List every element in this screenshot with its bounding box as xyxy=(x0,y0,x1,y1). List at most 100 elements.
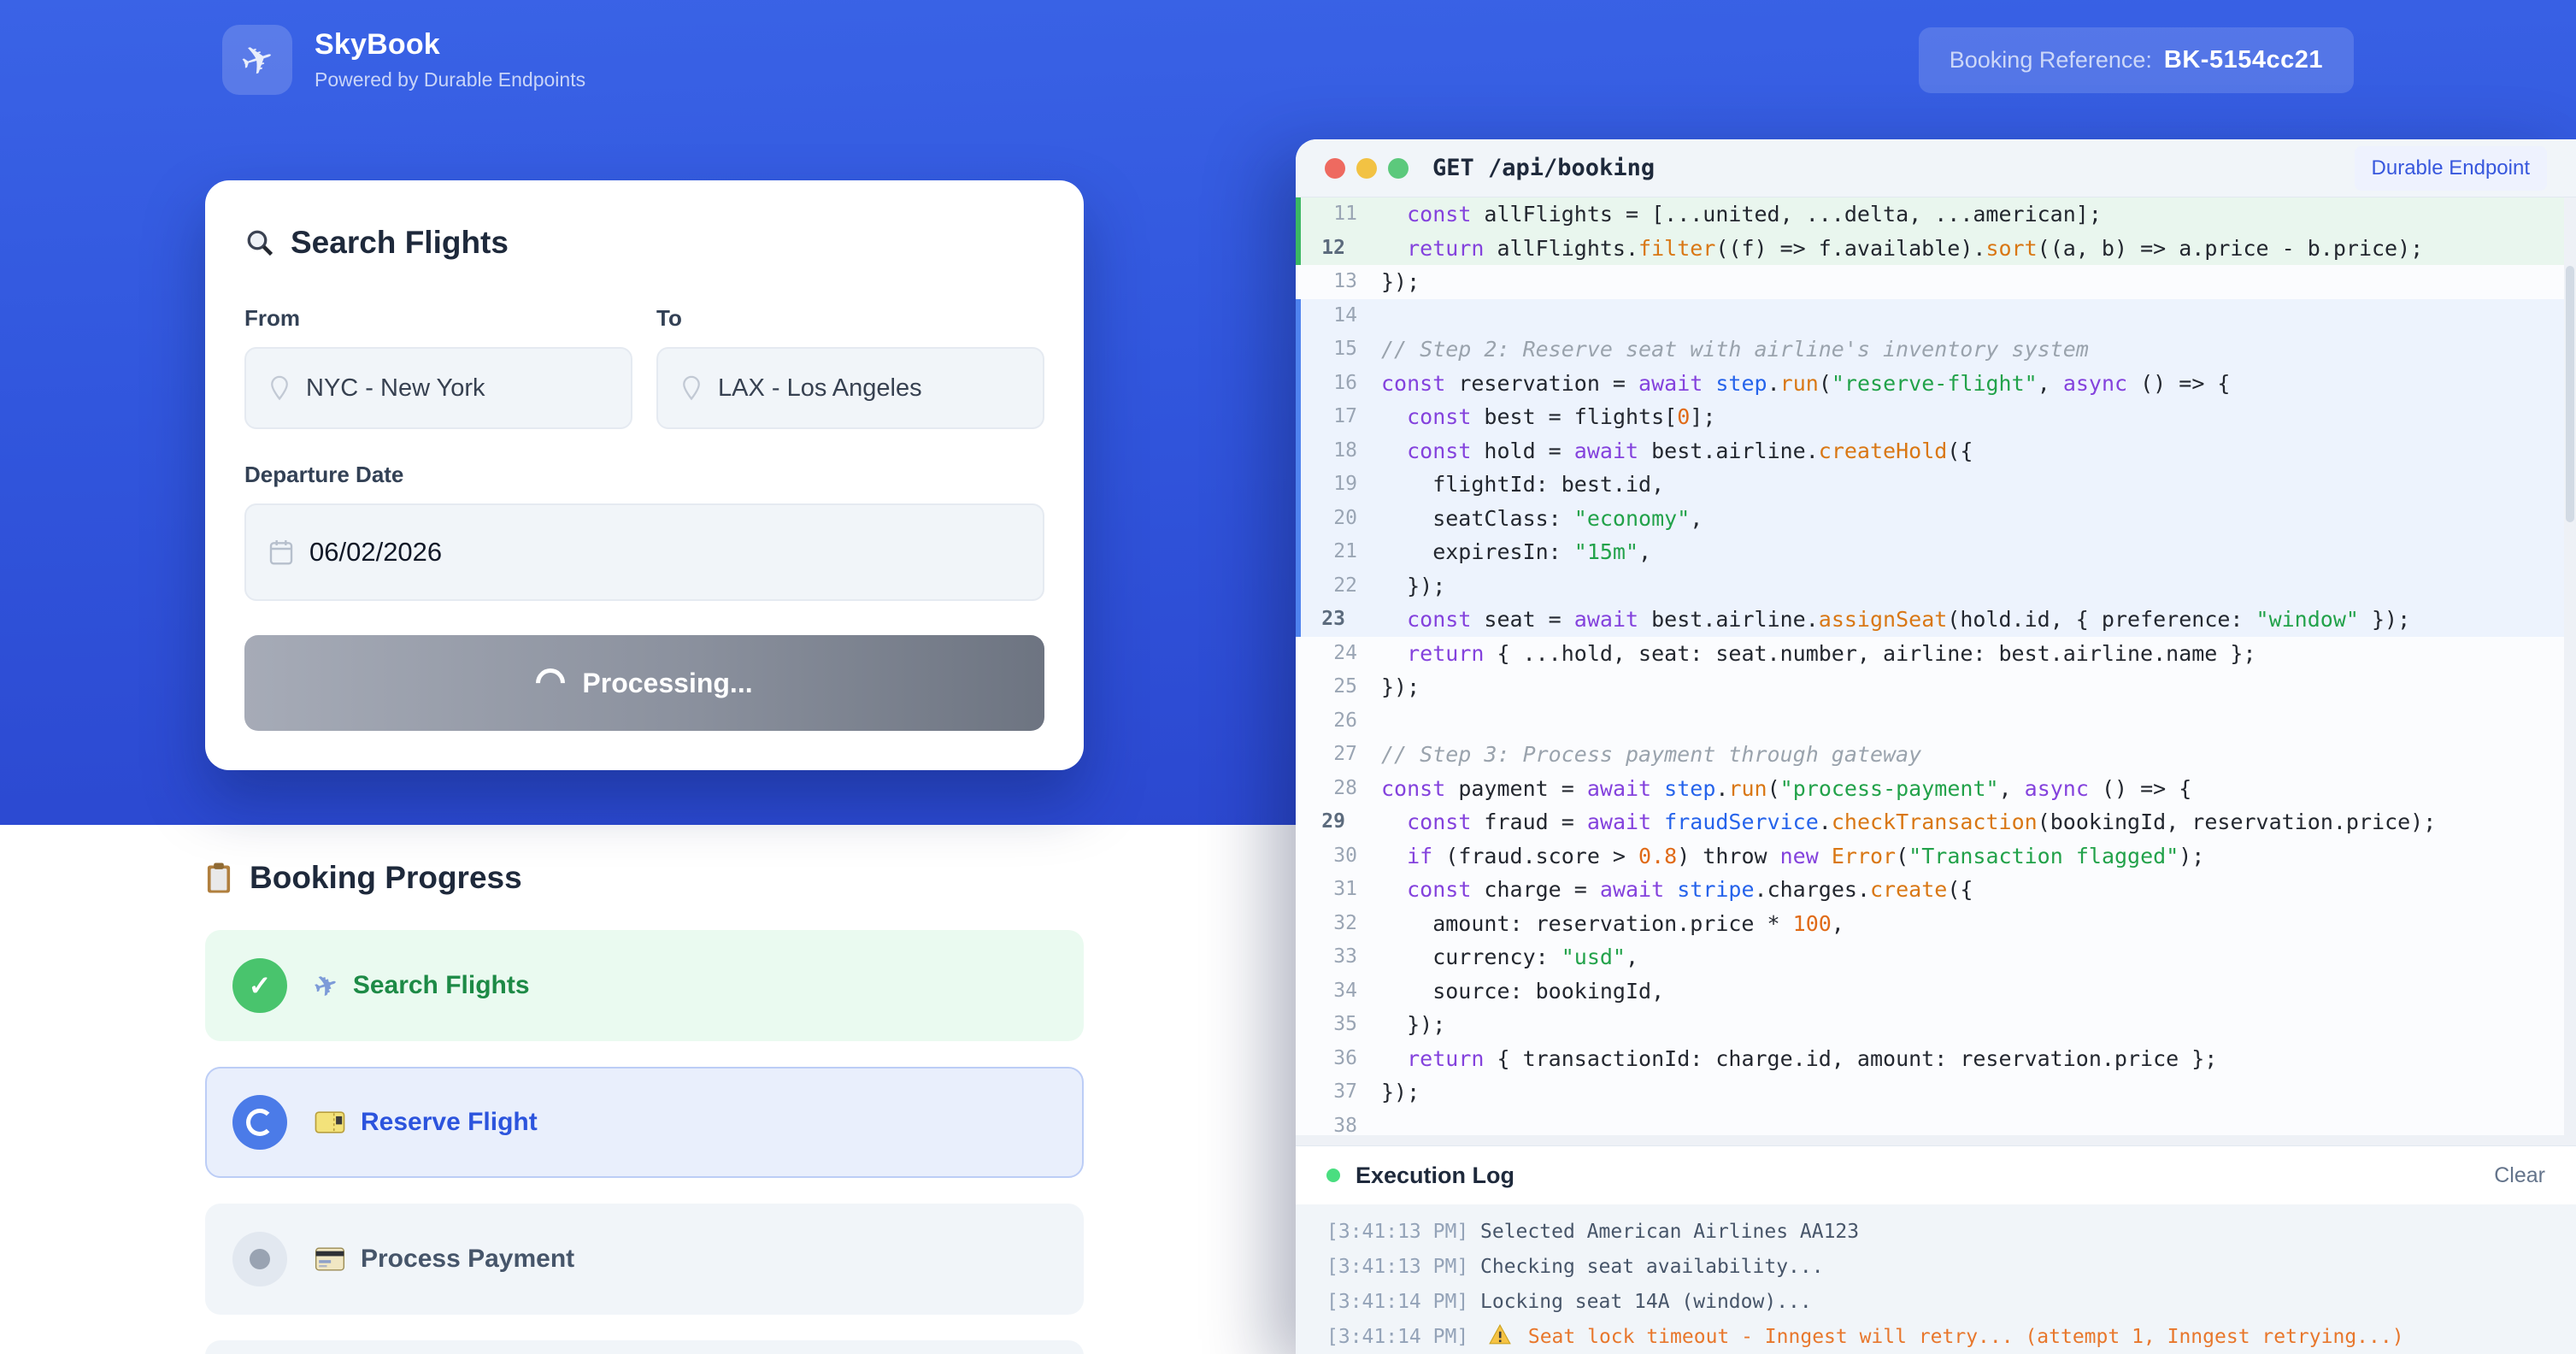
line-source: source: bookingId, xyxy=(1357,974,1664,1009)
token: (bookingId, reservation.price); xyxy=(2038,809,2437,834)
token: source: bookingId, xyxy=(1381,979,1664,1004)
request-path: GET /api/booking xyxy=(1432,155,1655,181)
token: payment = xyxy=(1445,776,1587,801)
token: // Step 3: Process payment through gatew… xyxy=(1381,742,1921,767)
token: create xyxy=(1870,877,1947,902)
token xyxy=(1381,809,1407,834)
token: }); xyxy=(2359,607,2410,632)
token: ({ xyxy=(1947,877,1973,902)
log-timestamp: [3:41:13 PM] xyxy=(1326,1250,1480,1285)
execution-log-header: Execution Log Clear xyxy=(1296,1145,2576,1204)
line-source: // Step 2: Reserve seat with airline's i… xyxy=(1357,333,2089,367)
credit-card-icon xyxy=(315,1247,345,1271)
line-source: const reservation = await step.run("rese… xyxy=(1357,367,2231,401)
clear-log-button[interactable]: Clear xyxy=(2494,1163,2545,1188)
location-pin-icon xyxy=(268,375,291,401)
line-number: 26 xyxy=(1301,704,1357,739)
token: createHold xyxy=(1819,439,1948,463)
code-line-30: 30 if (fraud.score > 0.8) throw new Erro… xyxy=(1296,839,2576,874)
token: }); xyxy=(1381,574,1445,598)
line-source: seatClass: "economy", xyxy=(1357,502,1703,536)
token: , xyxy=(1832,911,1844,936)
line-source: const seat = await best.airline.assignSe… xyxy=(1357,603,2410,637)
brand-text: SkyBook Powered by Durable Endpoints xyxy=(315,28,585,91)
step-pending-dot-icon xyxy=(232,1232,287,1286)
date-label: Departure Date xyxy=(244,462,1044,488)
token: (fraud.score > xyxy=(1432,844,1638,868)
booking-reference-badge: Booking Reference: BK-5154cc21 xyxy=(1919,27,2354,93)
scrollbar-thumb[interactable] xyxy=(2566,266,2574,522)
token: 100 xyxy=(1793,911,1832,936)
token: , xyxy=(1626,945,1638,969)
line-number: 20 xyxy=(1301,502,1357,536)
log-entry: [3:41:13 PM] Checking seat availability.… xyxy=(1326,1250,2545,1285)
line-source: const charge = await stripe.charges.crea… xyxy=(1357,873,1973,907)
token: "15m" xyxy=(1574,539,1638,564)
to-label: To xyxy=(656,305,1044,332)
token: () => { xyxy=(2089,776,2191,801)
token: ((f) => f.available). xyxy=(1715,236,1985,261)
location-pin-icon xyxy=(680,375,703,401)
token xyxy=(1381,236,1407,261)
code-line-25: 25}); xyxy=(1296,670,2576,704)
token: "usd" xyxy=(1561,945,1626,969)
booking-progress-section: Booking Progress ✓✈Search FlightsReserve… xyxy=(205,860,1084,1354)
line-number: 13 xyxy=(1301,265,1357,299)
to-input[interactable]: LAX - Los Angeles xyxy=(656,347,1044,429)
line-number: 14 xyxy=(1301,299,1357,333)
token: "Transaction flagged" xyxy=(1908,844,2179,868)
line-number: 11 xyxy=(1301,197,1357,232)
token: , xyxy=(1999,776,2025,801)
token: allFlights = [...united, ...delta, ...am… xyxy=(1471,202,2102,227)
token: reservation = xyxy=(1445,371,1638,396)
window-controls xyxy=(1325,158,1409,179)
date-input[interactable]: 06/02/2026 xyxy=(244,503,1044,601)
token xyxy=(1381,439,1407,463)
log-message: Locking seat 14A (window)... xyxy=(1480,1285,1812,1320)
progress-step-search-flights: ✓✈Search Flights xyxy=(205,930,1084,1041)
token: currency: xyxy=(1381,945,1561,969)
line-number: 23 xyxy=(1296,603,1345,637)
token: async xyxy=(2025,776,2089,801)
search-submit-button[interactable]: Processing... xyxy=(244,635,1044,731)
token: seat = xyxy=(1471,607,1573,632)
line-source: flightId: best.id, xyxy=(1357,468,1664,502)
progress-step-reserve-flight: Reserve Flight xyxy=(205,1067,1084,1178)
token: await xyxy=(1587,809,1651,834)
log-message: Selected American Airlines AA123 xyxy=(1480,1215,1859,1250)
warning-icon xyxy=(1489,1324,1511,1345)
code-line-26: 26 xyxy=(1296,704,2576,739)
token: 0.8 xyxy=(1638,844,1677,868)
token: assignSeat xyxy=(1819,607,1948,632)
from-input[interactable]: NYC - New York xyxy=(244,347,632,429)
token: fraud = xyxy=(1471,809,1586,834)
vertical-scrollbar[interactable] xyxy=(2564,197,2576,1145)
code-line-37: 37}); xyxy=(1296,1075,2576,1110)
code-line-14: 14 xyxy=(1296,299,2576,333)
durable-endpoint-badge: Durable Endpoint xyxy=(2355,146,2547,191)
code-line-33: 33 currency: "usd", xyxy=(1296,940,2576,974)
code-view: 11 const allFlights = [...united, ...del… xyxy=(1296,197,2576,1145)
app-tagline: Powered by Durable Endpoints xyxy=(315,68,585,91)
window-maximize-icon xyxy=(1388,158,1409,179)
calendar-icon xyxy=(268,539,294,566)
app-header: ✈ SkyBook Powered by Durable Endpoints B… xyxy=(0,0,2576,120)
token xyxy=(1381,844,1407,868)
token: allFlights. xyxy=(1484,236,1638,261)
horizontal-scrollbar[interactable] xyxy=(1296,1135,2564,1145)
token: { ...hold, seat: seat.number, airline: b… xyxy=(1484,641,2255,666)
booking-reference-label: Booking Reference: xyxy=(1950,47,2152,74)
token: best = flights[ xyxy=(1471,404,1677,429)
step-label-text: Reserve Flight xyxy=(361,1108,538,1137)
from-value: NYC - New York xyxy=(306,374,485,403)
log-timestamp: [3:41:14 PM] xyxy=(1326,1320,1480,1354)
line-source: }); xyxy=(1357,670,1420,704)
execution-log-title: Execution Log xyxy=(1356,1163,1514,1189)
token: () => { xyxy=(2127,371,2230,396)
code-line-16: 16const reservation = await step.run("re… xyxy=(1296,367,2576,401)
token: "window" xyxy=(2256,607,2359,632)
token xyxy=(1381,404,1407,429)
token: run xyxy=(1728,776,1767,801)
search-card-title: Search Flights xyxy=(291,225,509,261)
line-number: 34 xyxy=(1301,974,1357,1009)
